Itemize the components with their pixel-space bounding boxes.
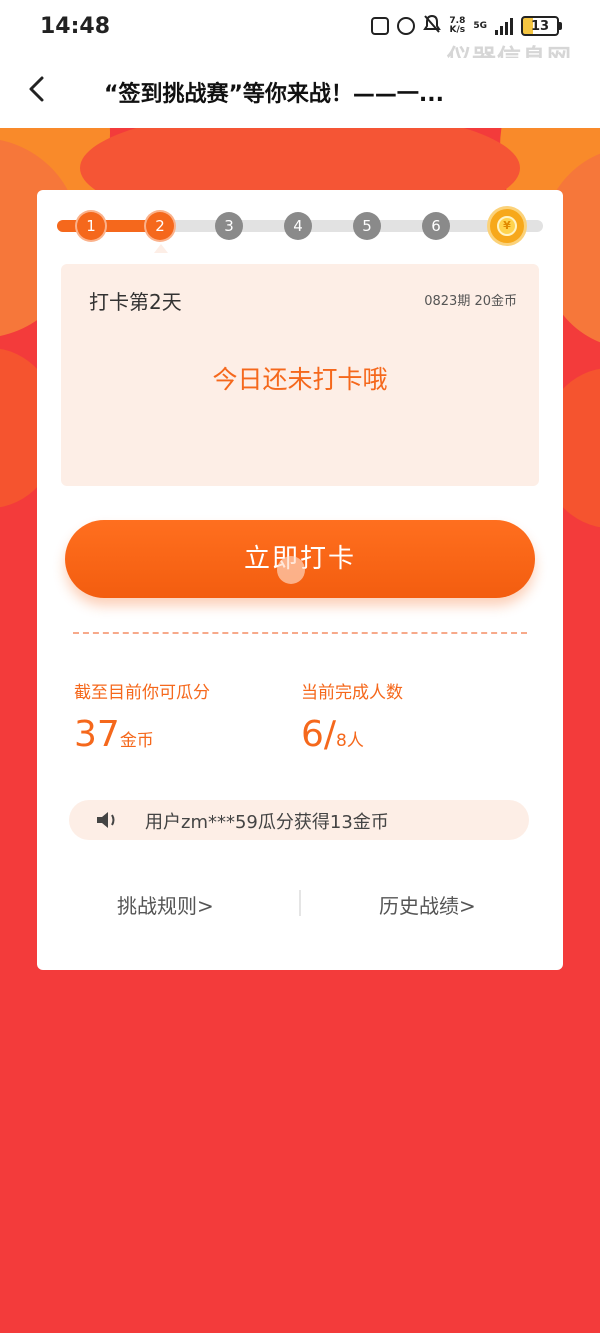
network-speed: 7.8 K/s [449,17,465,35]
share-unit: 金币 [119,731,154,751]
progress-step-3: 3 [215,212,243,240]
nfc-icon [371,17,390,35]
complete-count: 6/ [301,714,337,755]
share-amount: 37 [74,714,120,755]
battery-level: 13 [521,16,559,36]
footer-divider [299,890,301,916]
complete-label: 当前完成人数 [301,683,403,703]
status-icons: 7.8 K/s 5G 13 [371,14,562,38]
progress-step-1: 1 [77,212,105,240]
progress-step-5: 5 [353,212,381,240]
progress-step-6: 6 [422,212,450,240]
challenge-card: 123456 ¥ 打卡第2天 0823期 20金币 今日还未打卡哦 立即打卡 截… [37,190,563,970]
current-step-pointer [154,244,168,253]
checkin-panel: 打卡第2天 0823期 20金币 今日还未打卡哦 [61,264,539,486]
back-arrow-icon[interactable] [22,74,52,104]
dashed-divider [73,632,527,634]
signal-icon [495,17,513,35]
share-label: 截至目前你可瓜分 [74,683,210,703]
coin-icon: ¥ [497,216,517,236]
checkin-status: 今日还未打卡哦 [212,365,388,394]
complete-value: 6/8人 [301,714,364,755]
winner-ticker: 用户zm***59瓜分获得13金币 [69,800,529,840]
checkin-period-meta: 0823期 20金币 [424,294,517,309]
checkin-day-label: 打卡第2天 [89,290,182,314]
touch-indicator [277,556,305,584]
history-link[interactable]: 历史战绩> [379,890,476,919]
speed-unit: K/s [449,25,466,35]
battery-icon: 13 [521,16,562,36]
share-value: 37金币 [74,714,154,755]
ticker-text: 用户zm***59瓜分获得13金币 [145,812,389,833]
speaker-icon [95,809,121,831]
network-type: 5G [473,20,487,31]
progress-fill [57,220,160,232]
progress-step-4: 4 [284,212,312,240]
progress-step-2: 2 [146,212,174,240]
status-time: 14:48 [40,14,111,39]
reward-step: ¥ [490,209,524,243]
alarm-icon [397,17,416,35]
complete-total: 8人 [336,731,364,751]
nav-bar: “签到挑战赛”等你来战！——一... [0,58,600,128]
rules-link[interactable]: 挑战规则> [117,890,214,919]
mute-icon [423,14,442,38]
page-title: “签到挑战赛”等你来战！——一... [104,82,444,107]
